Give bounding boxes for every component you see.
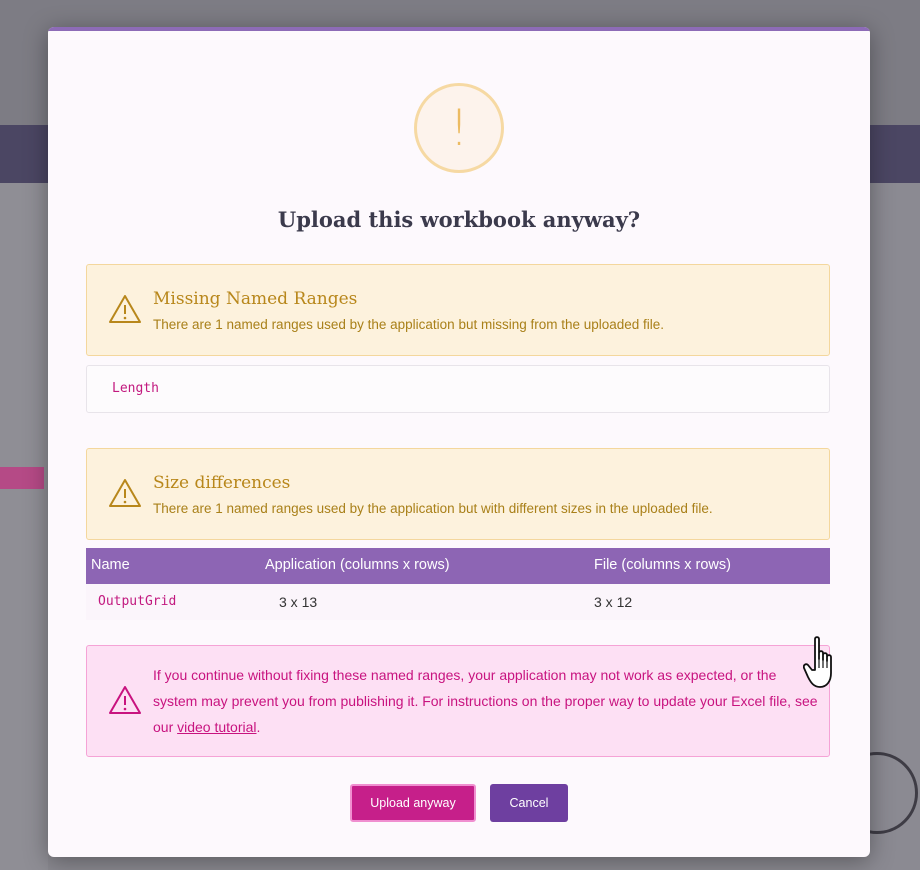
triangle-warning-icon — [109, 686, 141, 714]
triangle-warning-icon — [109, 295, 141, 323]
cancel-button[interactable]: Cancel — [490, 784, 568, 822]
video-tutorial-link[interactable]: video tutorial — [177, 719, 256, 735]
missing-range-item: Length — [112, 381, 159, 396]
size-differences-title: Size differences — [153, 473, 291, 493]
column-header-name: Name — [91, 557, 130, 573]
column-header-application: Application (columns x rows) — [265, 557, 450, 573]
row-file-size: 3 x 12 — [594, 594, 633, 610]
missing-ranges-text: There are 1 named ranges used by the app… — [153, 317, 665, 332]
table-header: Name Application (columns x rows) File (… — [86, 548, 830, 584]
danger-text: If you continue without fixing these nam… — [153, 667, 818, 735]
size-differences-alert: Size differences There are 1 named range… — [86, 448, 830, 540]
size-differences-table: Name Application (columns x rows) File (… — [86, 548, 830, 620]
background-button — [0, 467, 44, 489]
table-row: OutputGrid 3 x 13 3 x 12 — [86, 584, 830, 620]
warning-icon: ! — [414, 83, 504, 173]
column-header-file: File (columns x rows) — [594, 557, 731, 573]
dialog-title: Upload this workbook anyway? — [277, 207, 641, 232]
missing-ranges-list: Length — [86, 365, 830, 413]
danger-notice: If you continue without fixing these nam… — [86, 645, 830, 757]
upload-warning-dialog: ! Upload this workbook anyway? Missing N… — [48, 27, 870, 857]
missing-ranges-title: Missing Named Ranges — [153, 289, 358, 309]
upload-anyway-button[interactable]: Upload anyway — [350, 784, 476, 822]
hand-cursor-icon — [803, 636, 832, 688]
dialog-accent-bar — [48, 27, 870, 31]
size-differences-text: There are 1 named ranges used by the app… — [153, 501, 713, 516]
background-left-panel — [0, 183, 48, 870]
triangle-warning-icon — [109, 479, 141, 507]
row-name: OutputGrid — [98, 594, 177, 609]
missing-ranges-alert: Missing Named Ranges There are 1 named r… — [86, 264, 830, 356]
row-application-size: 3 x 13 — [279, 594, 318, 610]
